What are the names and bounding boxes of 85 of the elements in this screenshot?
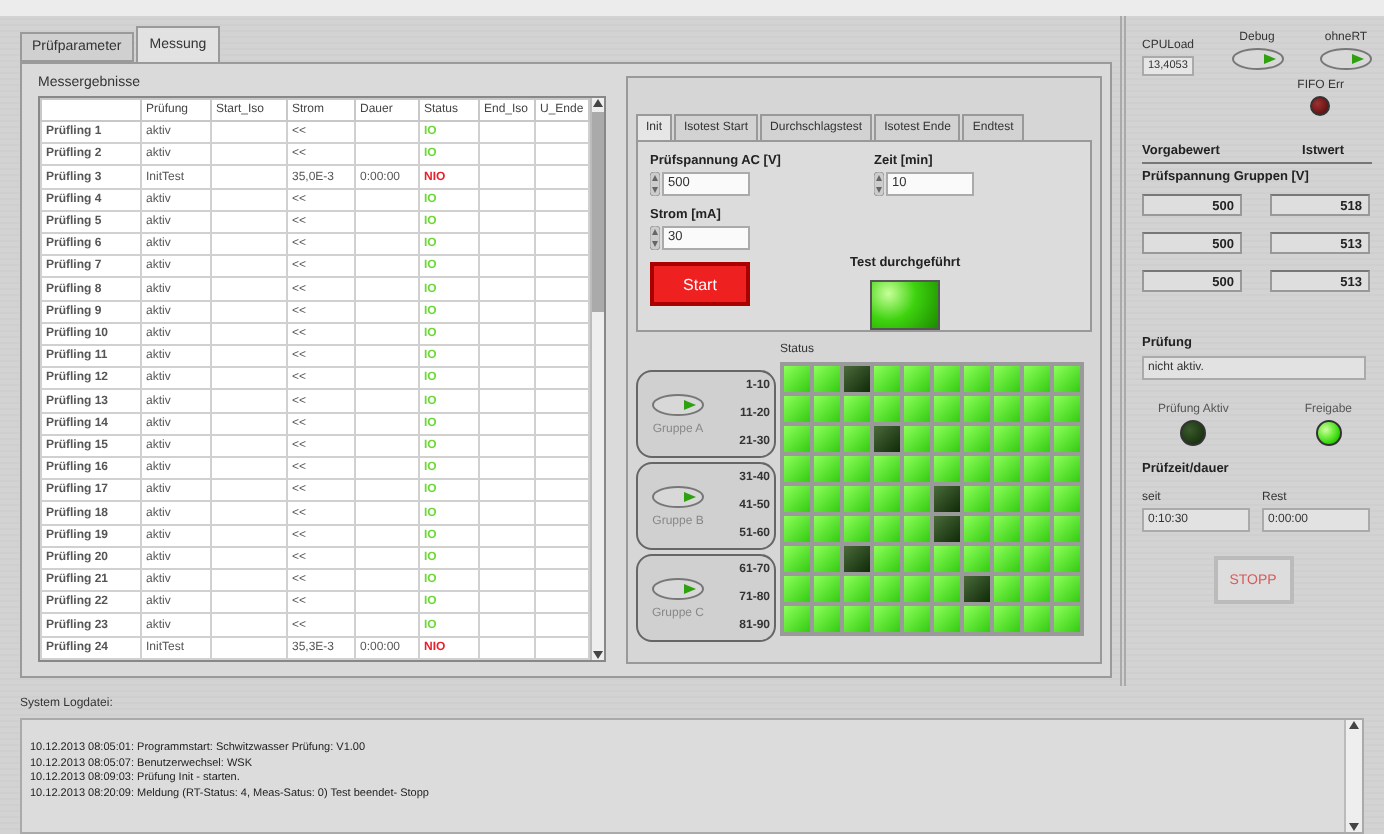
table-cell bbox=[355, 569, 419, 592]
table-cell bbox=[211, 188, 287, 211]
table-cell bbox=[479, 569, 535, 592]
table-cell bbox=[355, 412, 419, 435]
table-cell bbox=[479, 434, 535, 458]
toggle-switch[interactable] bbox=[1319, 48, 1372, 70]
spinner-arrows-icon[interactable] bbox=[874, 172, 884, 196]
table-cell bbox=[355, 434, 419, 458]
table-cell bbox=[479, 367, 535, 390]
table-cell bbox=[479, 412, 535, 435]
toggle-switch[interactable] bbox=[652, 393, 704, 415]
table-cell bbox=[211, 121, 287, 144]
table-cell bbox=[211, 389, 287, 413]
table-cell bbox=[211, 524, 287, 547]
table-cell bbox=[479, 322, 535, 346]
spinner-arrows-icon[interactable] bbox=[650, 226, 660, 250]
table-cell bbox=[355, 613, 419, 637]
table-cell bbox=[479, 345, 535, 368]
spinner-arrows-icon[interactable] bbox=[650, 172, 660, 196]
table-cell bbox=[355, 501, 419, 525]
table-cell bbox=[211, 613, 287, 637]
start-button[interactable]: Start bbox=[650, 262, 750, 306]
table-cell bbox=[479, 210, 535, 234]
table-cell bbox=[211, 457, 287, 480]
table-cell bbox=[355, 546, 419, 570]
table-cell bbox=[479, 233, 535, 256]
table-cell bbox=[355, 457, 419, 480]
table-cell bbox=[211, 636, 287, 659]
table-cell bbox=[355, 233, 419, 256]
table-cell bbox=[479, 188, 535, 211]
table-cell bbox=[479, 143, 535, 166]
table-cell bbox=[479, 255, 535, 278]
toggle-switch[interactable] bbox=[652, 485, 704, 507]
table-cell bbox=[479, 546, 535, 570]
table-cell bbox=[211, 345, 287, 368]
table-cell bbox=[211, 591, 287, 614]
table-cell bbox=[211, 479, 287, 502]
table-cell bbox=[355, 143, 419, 166]
table-cell bbox=[479, 501, 535, 525]
scrollbar[interactable] bbox=[590, 98, 604, 660]
table-cell bbox=[355, 367, 419, 390]
table-cell bbox=[355, 277, 419, 301]
table-cell bbox=[479, 613, 535, 637]
table-cell bbox=[479, 479, 535, 502]
table-cell bbox=[355, 255, 419, 278]
table-cell bbox=[211, 210, 287, 234]
table-cell bbox=[211, 412, 287, 435]
table-cell bbox=[355, 300, 419, 323]
table-cell bbox=[211, 367, 287, 390]
table-cell bbox=[479, 121, 535, 144]
table-cell bbox=[355, 524, 419, 547]
table-cell bbox=[211, 300, 287, 323]
table-cell bbox=[479, 591, 535, 614]
table-cell bbox=[211, 165, 287, 189]
table-cell bbox=[211, 255, 287, 278]
table-cell bbox=[211, 501, 287, 525]
table-cell bbox=[211, 233, 287, 256]
table-cell bbox=[355, 479, 419, 502]
table-cell bbox=[355, 345, 419, 368]
table-cell bbox=[211, 569, 287, 592]
table-cell bbox=[355, 210, 419, 234]
scroll-up-icon[interactable] bbox=[1348, 720, 1360, 730]
table-cell bbox=[479, 389, 535, 413]
table-cell bbox=[211, 277, 287, 301]
scroll-up-icon[interactable] bbox=[592, 98, 604, 108]
table-cell bbox=[479, 636, 535, 659]
table-cell bbox=[355, 591, 419, 614]
table-cell bbox=[355, 322, 419, 346]
scroll-down-icon[interactable] bbox=[1348, 822, 1360, 832]
table-cell bbox=[211, 546, 287, 570]
toggle-switch[interactable] bbox=[652, 577, 704, 599]
toggle-switch[interactable] bbox=[1231, 48, 1283, 70]
table-cell bbox=[355, 121, 419, 144]
table-cell bbox=[479, 524, 535, 547]
table-cell bbox=[479, 165, 535, 189]
table-cell bbox=[479, 277, 535, 301]
table-cell bbox=[355, 188, 419, 211]
table-cell bbox=[211, 143, 287, 166]
scrollbar[interactable] bbox=[1344, 720, 1362, 832]
scroll-down-icon[interactable] bbox=[592, 650, 604, 660]
table-cell bbox=[479, 300, 535, 323]
table-cell bbox=[355, 389, 419, 413]
table-cell bbox=[211, 322, 287, 346]
table-cell bbox=[479, 457, 535, 480]
table-cell bbox=[211, 434, 287, 458]
